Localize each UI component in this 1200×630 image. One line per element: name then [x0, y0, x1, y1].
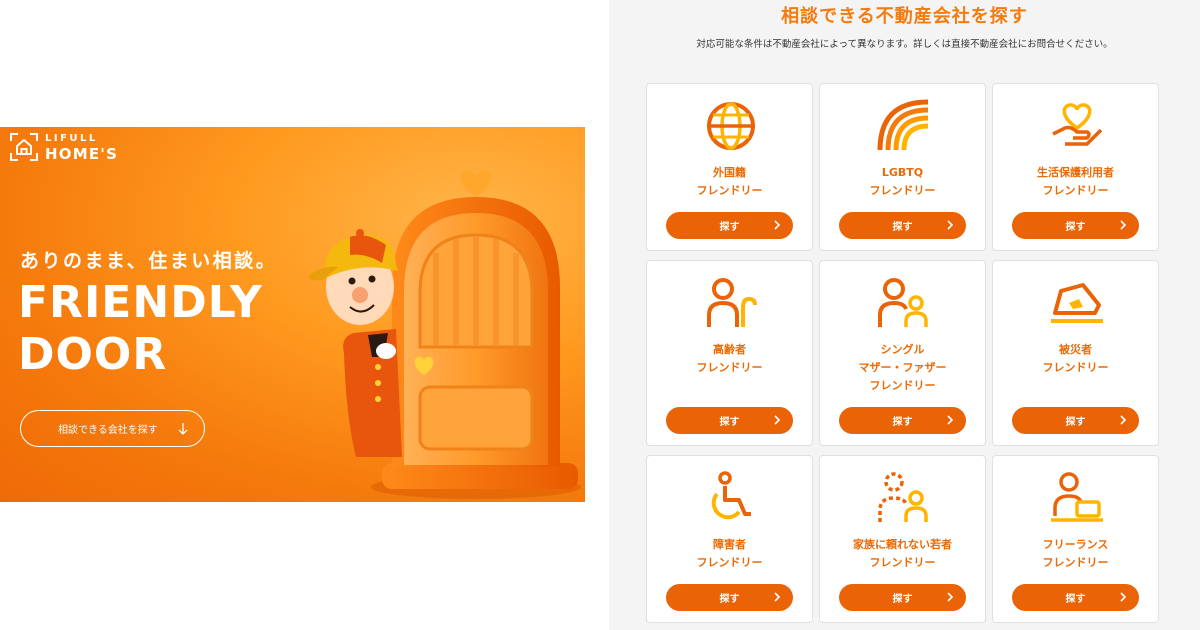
card-single-parent[interactable]: シングル マザー・ファザー フレンドリー 探す [819, 260, 986, 446]
card-freelance[interactable]: フリーランス フレンドリー 探す [992, 455, 1159, 623]
card-youth-without-family[interactable]: 家族に頼れない若者 フレンドリー 探す [819, 455, 986, 623]
card-foreign-nationality[interactable]: 外国籍 フレンドリー 探す [646, 83, 813, 251]
search-button-label: 探す [892, 594, 913, 605]
card-label: 生活保護利用者 フレンドリー [1037, 166, 1114, 197]
hero-banner: LIFULL HOME'S ありのまま、住まい相談。 FRIENDLY DOOR… [0, 127, 585, 502]
globe-icon [707, 102, 755, 150]
search-panel: 相談できる不動産会社を探す 対応可能な条件は不動産会社によって異なります。詳しく… [609, 0, 1200, 630]
card-label: LGBTQ フレンドリー [869, 166, 936, 197]
chevron-right-icon [1120, 415, 1127, 425]
card-disability[interactable]: 障害者 フレンドリー 探す [646, 455, 813, 623]
arrow-down-icon [178, 423, 188, 435]
collapsed-house-icon [1051, 283, 1103, 323]
search-button[interactable]: 探す [666, 407, 793, 434]
elderly-cane-icon [707, 278, 757, 327]
chevron-right-icon [1120, 592, 1127, 602]
mascot-door-illustration [308, 170, 581, 499]
logo-text-bottom: HOME'S [45, 145, 119, 163]
card-label: 家族に頼れない若者 フレンドリー [853, 538, 952, 569]
logo-text-top: LIFULL [45, 133, 98, 144]
card-lgbtq[interactable]: LGBTQ フレンドリー 探す [819, 83, 986, 251]
card-label: シングル マザー・ファザー フレンドリー [858, 343, 947, 392]
parent-child-icon [878, 278, 928, 327]
card-label: フリーランス フレンドリー [1042, 538, 1109, 569]
card-label: 高齢者 フレンドリー [696, 343, 763, 374]
panel-subtitle: 対応可能な条件は不動産会社によって異なります。詳しくは直接不動産会社にお問合せく… [696, 39, 1113, 50]
search-button-label: 探す [1065, 222, 1086, 233]
search-button[interactable]: 探す [839, 584, 966, 611]
card-label: 障害者 フレンドリー [696, 538, 763, 569]
search-button[interactable]: 探す [1012, 212, 1139, 239]
search-button-label: 探す [1065, 594, 1086, 605]
hero-tagline: ありのまま、住まい相談。 [20, 250, 278, 272]
heart-hand-icon [1052, 103, 1103, 146]
house-logo-icon [10, 133, 38, 161]
card-label: 被災者 フレンドリー [1042, 343, 1109, 374]
search-button-label: 探す [892, 417, 913, 428]
search-button-label: 探す [719, 594, 740, 605]
headline-line-2: DOOR [18, 329, 168, 380]
rainbow-icon [877, 99, 929, 151]
wheelchair-icon [711, 471, 751, 520]
search-button[interactable]: 探す [839, 407, 966, 434]
search-button-label: 探す [719, 417, 740, 428]
search-button[interactable]: 探す [666, 212, 793, 239]
search-button-label: 探す [719, 222, 740, 233]
search-button[interactable]: 探す [666, 584, 793, 611]
chevron-right-icon [774, 592, 781, 602]
card-elderly[interactable]: 高齢者 フレンドリー 探す [646, 260, 813, 446]
card-welfare-recipient[interactable]: 生活保護利用者 フレンドリー 探す [992, 83, 1159, 251]
chevron-right-icon [774, 415, 781, 425]
chevron-right-icon [947, 415, 954, 425]
find-company-button[interactable]: 相談できる会社を探す [20, 410, 205, 447]
card-label: 外国籍 フレンドリー [696, 166, 763, 197]
search-button-label: 探す [892, 222, 913, 233]
search-button[interactable]: 探す [1012, 407, 1139, 434]
lifull-homes-logo[interactable]: LIFULL HOME'S [9, 132, 118, 163]
panel-title: 相談できる不動産会社を探す [781, 6, 1028, 27]
search-button[interactable]: 探す [1012, 584, 1139, 611]
search-button[interactable]: 探す [839, 212, 966, 239]
search-button-label: 探す [1065, 417, 1086, 428]
chevron-right-icon [947, 592, 954, 602]
chevron-right-icon [947, 220, 954, 230]
chevron-right-icon [774, 220, 781, 230]
headline-line-1: FRIENDLY [18, 277, 263, 328]
chevron-right-icon [1120, 220, 1127, 230]
card-disaster-victim[interactable]: 被災者 フレンドリー 探す [992, 260, 1159, 446]
find-company-button-label: 相談できる会社を探す [58, 425, 158, 436]
hero-headline: FRIENDLY DOOR [18, 277, 263, 381]
laptop-person-icon [1051, 472, 1103, 522]
youth-alone-icon [878, 472, 928, 522]
